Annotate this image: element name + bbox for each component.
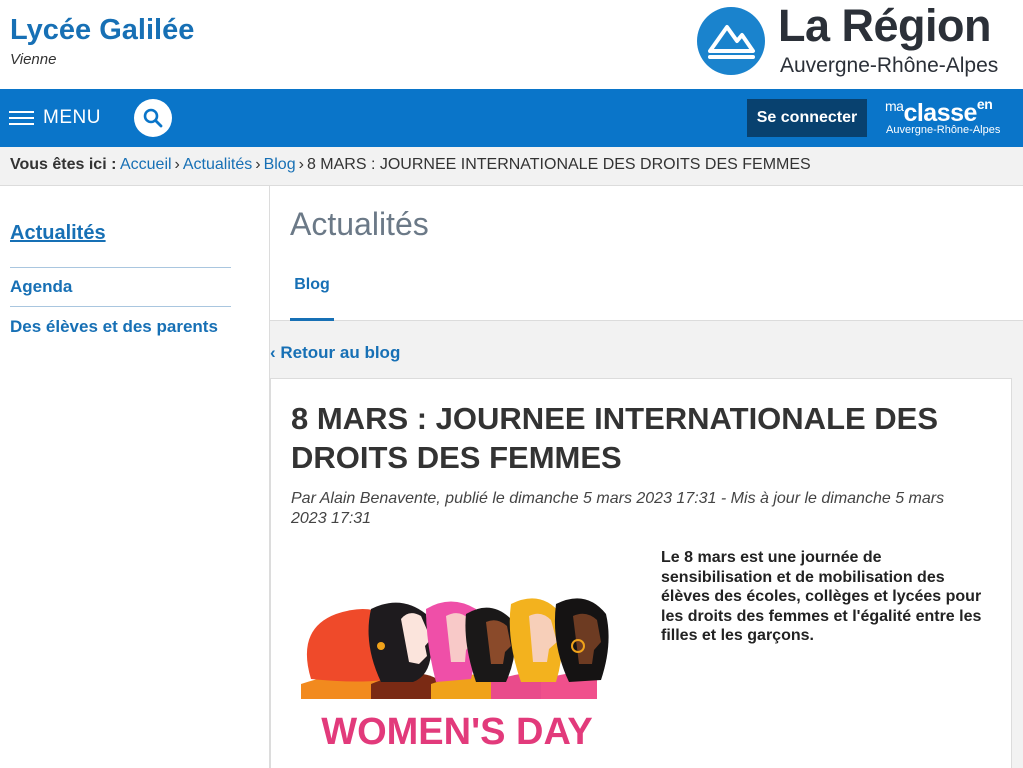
breadcrumb-item-actualites[interactable]: Actualités <box>183 156 252 173</box>
back-to-blog-link[interactable]: ‹ Retour au blog <box>270 343 400 363</box>
sidebar-item-agenda[interactable]: Agenda <box>10 277 72 297</box>
sidebar-divider <box>10 306 231 307</box>
breadcrumb-current: 8 MARS : JOURNEE INTERNATIONALE DES DROI… <box>306 156 811 173</box>
region-title: La Région <box>778 0 992 51</box>
breadcrumb: Vous êtes ici : Accueil › Actualités › Blog ›… <box>0 147 1023 186</box>
menu-button[interactable]: MENU <box>9 106 101 130</box>
article-meta: Par Alain Benavente, publié le dimanche … <box>291 490 945 527</box>
search-button[interactable] <box>134 99 172 137</box>
region-mountain-icon <box>697 7 765 75</box>
main-content: Actualités Blog ‹ Retour au blog 8 MARS … <box>269 186 1023 768</box>
breadcrumb-separator: › <box>255 156 261 173</box>
menu-label: MENU <box>43 107 101 128</box>
breadcrumb-item-blog[interactable]: Blog <box>264 156 296 173</box>
tab-blog[interactable]: Blog <box>290 263 334 321</box>
sidebar-item-eleves-parents[interactable]: Des élèves et des parents <box>10 317 218 337</box>
womens-day-image: WOMEN'S DAY <box>301 598 609 753</box>
region-subtitle: Auvergne-Rhône-Alpes <box>780 54 999 77</box>
maclasse-logo-link[interactable]: maclasseen Auvergne-Rhône-Alpes <box>885 96 1017 140</box>
breadcrumb-prefix: Vous êtes ici : <box>10 156 117 173</box>
menu-icon <box>9 110 34 126</box>
page-title: Actualités <box>290 206 429 242</box>
breadcrumb-separator: › <box>298 156 304 173</box>
maclasse-region: Auvergne-Rhône-Alpes <box>886 124 1001 136</box>
article-title: 8 MARS : JOURNEE INTERNATIONALE DES DROI… <box>291 401 939 475</box>
site-header: Lycée Galilée Vienne La Région Auvergne-… <box>0 0 1023 89</box>
breadcrumb-separator: › <box>174 156 180 173</box>
sidebar: Actualités Agenda Des élèves et des pare… <box>0 186 269 768</box>
login-button[interactable]: Se connecter <box>747 99 867 137</box>
section-header: Actualités Blog <box>270 186 1023 321</box>
womens-day-illustration[interactable]: WOMEN'S DAY <box>301 584 613 764</box>
search-icon <box>143 108 163 128</box>
sidebar-title-actualites[interactable]: Actualités <box>10 222 106 245</box>
article-card: 8 MARS : JOURNEE INTERNATIONALE DES DROI… <box>270 378 1012 768</box>
sidebar-divider <box>10 267 231 268</box>
article-intro: Le 8 mars est une journée de sensibilisa… <box>661 549 982 644</box>
breadcrumb-item-accueil[interactable]: Accueil <box>120 156 172 173</box>
main-nav-bar: MENU Se connecter maclasseen Auvergne-Rh… <box>0 89 1023 147</box>
school-city: Vienne <box>10 51 57 68</box>
image-caption: WOMEN'S DAY <box>321 711 593 753</box>
school-name[interactable]: Lycée Galilée <box>10 14 194 47</box>
region-logo[interactable]: La Région Auvergne-Rhône-Alpes <box>697 0 1017 84</box>
